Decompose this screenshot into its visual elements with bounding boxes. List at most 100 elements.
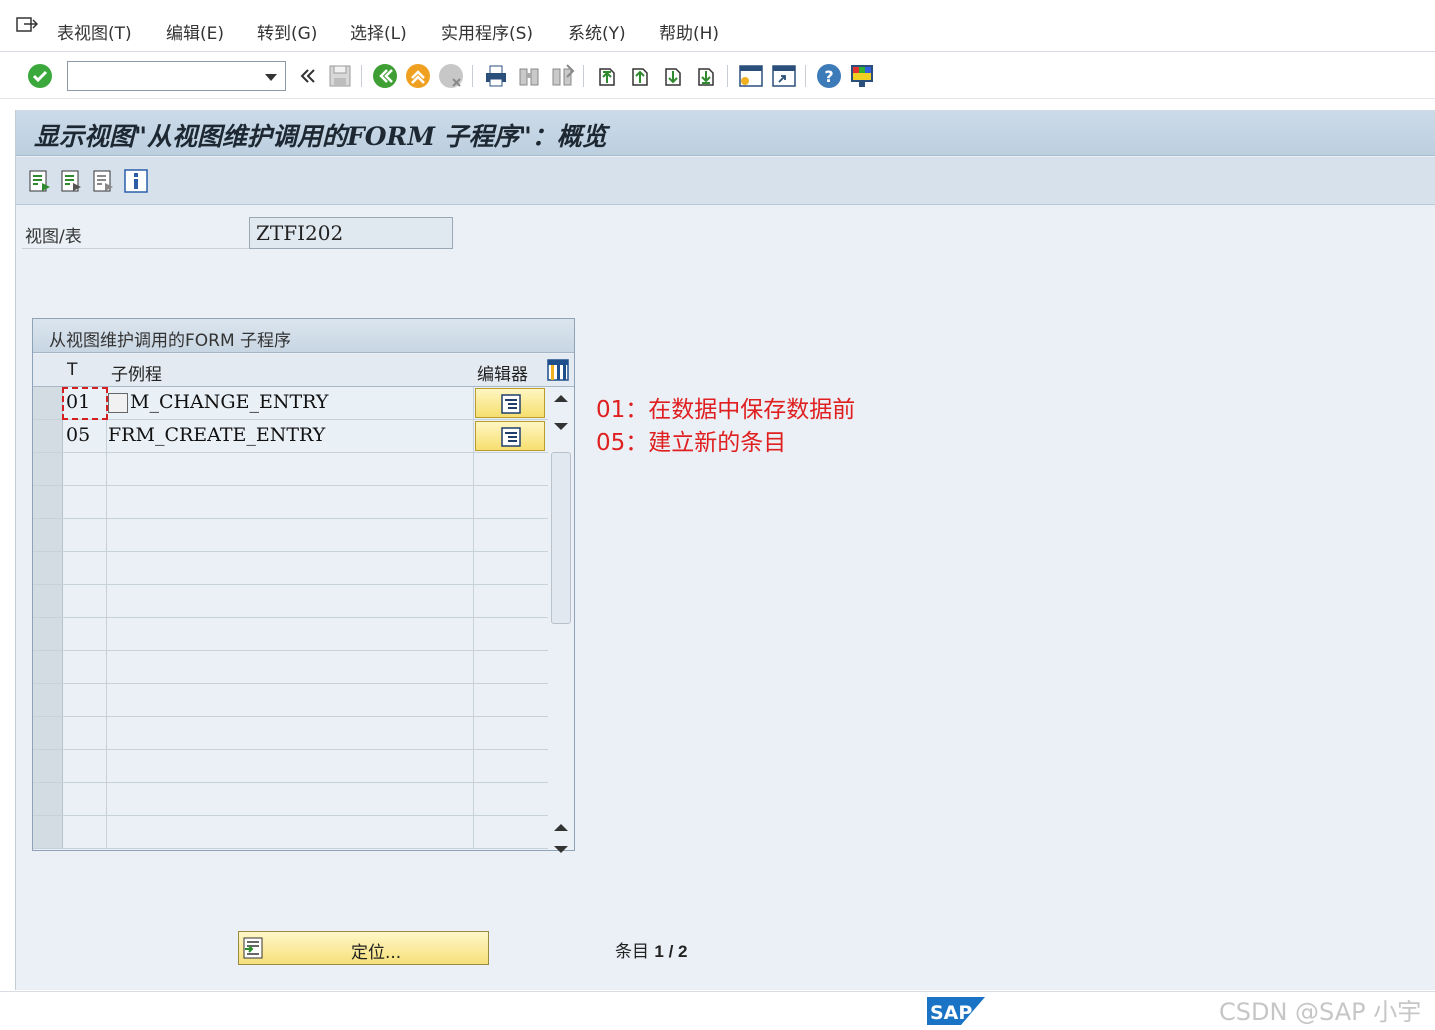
cell-t[interactable] <box>63 816 107 848</box>
cell-t[interactable] <box>63 717 107 749</box>
editor-button[interactable] <box>475 388 545 418</box>
help-icon[interactable]: ? <box>816 63 842 89</box>
cell-t[interactable] <box>63 453 107 485</box>
table-row[interactable] <box>33 783 548 816</box>
view-table-field[interactable]: ZTFI202 <box>249 217 453 249</box>
command-field[interactable] <box>67 61 286 91</box>
cell-routine[interactable]: FRM_CREATE_ENTRY <box>107 420 474 452</box>
cell-routine[interactable] <box>107 750 474 782</box>
menu-help[interactable]: 帮助(H) <box>659 19 719 44</box>
cell-t[interactable] <box>63 519 107 551</box>
menu-utilities[interactable]: 实用程序(S) <box>441 19 533 44</box>
cell-t[interactable] <box>63 783 107 815</box>
column-header-editor[interactable]: 编辑器 <box>477 360 528 385</box>
scroll-up-icon[interactable] <box>554 824 568 831</box>
row-selector[interactable] <box>33 552 63 584</box>
table-scrollbar[interactable] <box>548 387 574 853</box>
cell-t[interactable] <box>63 684 107 716</box>
cell-t[interactable]: 01 <box>63 387 107 419</box>
row-selector[interactable] <box>33 783 63 815</box>
table-row[interactable] <box>33 519 548 552</box>
table-row[interactable] <box>33 453 548 486</box>
cell-t[interactable] <box>63 552 107 584</box>
row-selector[interactable] <box>33 486 63 518</box>
export-icon[interactable] <box>60 169 84 193</box>
cell-routine[interactable] <box>107 585 474 617</box>
table-row[interactable] <box>33 585 548 618</box>
row-selector[interactable] <box>33 618 63 650</box>
row-selector[interactable] <box>33 717 63 749</box>
row-selector[interactable] <box>33 651 63 683</box>
cell-t[interactable]: 05 <box>63 420 107 452</box>
cell-routine[interactable] <box>107 552 474 584</box>
detail-icon[interactable] <box>28 169 52 193</box>
cell-routine[interactable] <box>107 453 474 485</box>
table-row[interactable] <box>33 486 548 519</box>
row-selector[interactable] <box>33 387 63 419</box>
cell-routine[interactable]: M_CHANGE_ENTRY <box>107 387 474 419</box>
table-row[interactable] <box>33 684 548 717</box>
first-page-icon[interactable] <box>594 63 620 89</box>
find-next-icon[interactable] <box>549 63 575 89</box>
cell-t[interactable] <box>63 486 107 518</box>
create-session-icon[interactable] <box>738 63 764 89</box>
menu-table-view[interactable]: 表视图(T) <box>57 19 132 44</box>
copy-icon[interactable] <box>108 393 128 413</box>
back-icon[interactable] <box>372 63 398 89</box>
next-page-icon[interactable] <box>660 63 686 89</box>
menu-goto[interactable]: 转到(G) <box>257 19 317 44</box>
locate-button[interactable]: 定位... <box>238 931 489 965</box>
row-selector[interactable] <box>33 816 63 848</box>
cell-routine[interactable] <box>107 717 474 749</box>
shortcut-icon[interactable] <box>771 63 797 89</box>
cell-t[interactable] <box>63 618 107 650</box>
scroll-thumb[interactable] <box>551 452 571 624</box>
table-row[interactable] <box>33 717 548 750</box>
cell-t[interactable] <box>63 750 107 782</box>
editor-button[interactable] <box>475 421 545 451</box>
column-header-routine[interactable]: 子例程 <box>111 360 162 385</box>
scroll-up-icon[interactable] <box>554 395 568 402</box>
row-selector[interactable] <box>33 519 63 551</box>
cell-routine[interactable] <box>107 651 474 683</box>
row-selector[interactable] <box>33 750 63 782</box>
cell-routine[interactable] <box>107 783 474 815</box>
exit-icon[interactable] <box>405 63 431 89</box>
table-row[interactable] <box>33 750 548 783</box>
cell-routine[interactable] <box>107 486 474 518</box>
find-icon[interactable] <box>516 63 542 89</box>
row-selector[interactable] <box>33 684 63 716</box>
table-row[interactable] <box>33 552 548 585</box>
print-icon[interactable] <box>483 63 509 89</box>
enter-icon[interactable] <box>27 63 53 89</box>
table-row[interactable]: 05 FRM_CREATE_ENTRY <box>33 420 548 453</box>
chevron-down-icon[interactable] <box>265 74 277 81</box>
menu-system[interactable]: 系统(Y) <box>568 19 626 44</box>
scroll-down-icon[interactable] <box>554 846 568 853</box>
back-double-icon[interactable] <box>295 63 321 89</box>
menu-select[interactable]: 选择(L) <box>350 19 407 44</box>
cell-routine[interactable] <box>107 618 474 650</box>
cancel-icon[interactable] <box>438 63 464 89</box>
cell-t[interactable] <box>63 651 107 683</box>
cell-t[interactable] <box>63 585 107 617</box>
table-row[interactable] <box>33 816 548 849</box>
row-selector[interactable] <box>33 420 63 452</box>
cell-routine[interactable] <box>107 816 474 848</box>
previous-page-icon[interactable] <box>627 63 653 89</box>
column-settings-icon[interactable] <box>547 359 569 381</box>
last-page-icon[interactable] <box>693 63 719 89</box>
menu-exit-icon[interactable] <box>16 16 38 34</box>
cell-routine[interactable] <box>107 519 474 551</box>
table-row[interactable] <box>33 618 548 651</box>
cell-routine[interactable] <box>107 684 474 716</box>
column-header-t[interactable]: T <box>67 360 77 380</box>
info-icon[interactable] <box>124 169 148 193</box>
print-view-icon[interactable] <box>92 169 116 193</box>
table-row[interactable] <box>33 651 548 684</box>
scroll-down-icon[interactable] <box>554 423 568 430</box>
row-selector[interactable] <box>33 585 63 617</box>
table-row[interactable]: 01 M_CHANGE_ENTRY <box>33 387 548 420</box>
layout-icon[interactable] <box>849 63 875 89</box>
save-icon[interactable] <box>327 63 353 89</box>
